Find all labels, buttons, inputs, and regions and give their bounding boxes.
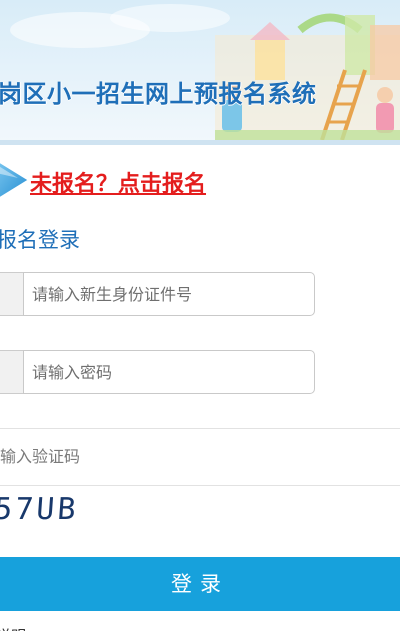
id-number-input[interactable] bbox=[23, 272, 315, 316]
footer-note: 说明 bbox=[0, 619, 60, 631]
banner: 岗区小一招生网上预报名系统 bbox=[0, 0, 400, 145]
password-row bbox=[0, 350, 400, 394]
register-row: 未报名？点击报名 bbox=[0, 150, 400, 214]
login-button[interactable]: 登录 bbox=[0, 557, 400, 611]
banner-illustration bbox=[0, 0, 400, 145]
id-number-row bbox=[0, 272, 400, 316]
footer-note-text: 说明 bbox=[0, 625, 26, 631]
password-input-addon bbox=[0, 350, 25, 394]
password-input[interactable] bbox=[23, 350, 315, 394]
page: 岗区小一招生网上预报名系统 未报名？点击报名 报名登录 57UB bbox=[0, 0, 400, 631]
captcha-image[interactable]: 57UB bbox=[0, 492, 80, 532]
register-link[interactable]: 未报名？点击报名 bbox=[30, 166, 206, 198]
banner-divider bbox=[0, 140, 400, 145]
login-heading: 报名登录 bbox=[0, 228, 80, 252]
captcha-row bbox=[0, 428, 400, 486]
id-input-addon bbox=[0, 272, 25, 316]
system-title: 岗区小一招生网上预报名系统 bbox=[0, 80, 317, 108]
captcha-input[interactable] bbox=[0, 429, 400, 483]
